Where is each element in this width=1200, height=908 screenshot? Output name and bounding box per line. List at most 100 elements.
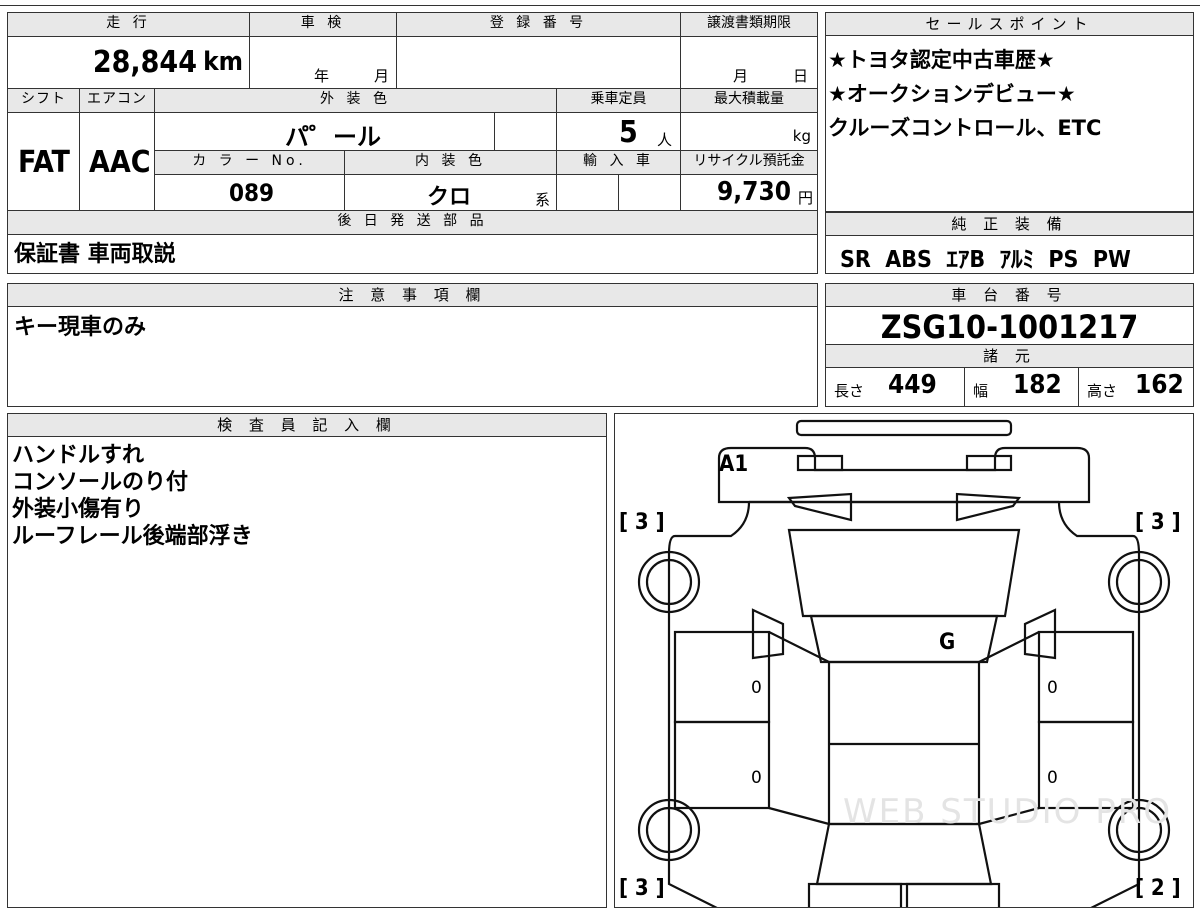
- registration-cell: [397, 37, 681, 89]
- import-cell-left: [557, 175, 619, 211]
- exterior-color-value: パ゜ール: [285, 123, 381, 151]
- door-rear-left: [673, 720, 771, 810]
- length-value: 449: [888, 370, 937, 400]
- car-diagram: A1 G [ 3 ] [ 3 ] [ 3 ] [ 2 ] 0 0 0 0 WEB…: [614, 413, 1194, 908]
- front-panel-shape: [717, 446, 1091, 504]
- rear-window: [815, 822, 993, 886]
- inspector-label: 検 査 員 記 入 欄: [8, 414, 606, 437]
- registration-label: 登 録 番 号: [397, 13, 681, 37]
- inspection-label: 車 検: [250, 13, 397, 37]
- color-no-value: 089: [229, 179, 275, 207]
- tire-front-left-grade: [ 3 ]: [619, 510, 665, 535]
- max-load-cell: kg: [681, 113, 817, 151]
- inspector-line-1: ハンドルすれ: [12, 443, 145, 468]
- shift-cell: FAT: [8, 113, 80, 211]
- inspection-year: 年: [314, 67, 330, 85]
- door-mark-front-left: 0: [751, 678, 762, 698]
- capacity-unit: 人: [657, 131, 673, 149]
- capacity-cell: 5 人: [557, 113, 681, 151]
- front-lamp-left: [786, 492, 853, 522]
- watermark-text: WEB STUDIO PRO: [843, 792, 1173, 832]
- door-front-right: [1037, 630, 1135, 724]
- door-mark-rear-left: 0: [751, 768, 762, 788]
- sales-point-line-2: ★オークションデビュー★: [828, 82, 1076, 106]
- height-cell: 高さ 162: [1079, 367, 1193, 406]
- equipment-box: 純 正 装 備 SR ABS ｴｱB ｱﾙﾐ PS PW: [825, 212, 1194, 274]
- recycle-label: リサイクル預託金: [681, 151, 817, 175]
- headlight-right: [965, 454, 1013, 472]
- recycle-value: 9,730: [717, 177, 791, 207]
- chassis-value: ZSG10-1001217: [880, 308, 1139, 346]
- recycle-unit: 円: [797, 189, 813, 207]
- dashboard-panel: [809, 614, 999, 664]
- max-load-unit: kg: [792, 127, 811, 145]
- exterior-color-cell: パ゜ール: [155, 113, 495, 151]
- tire-rear-left-grade: [ 3 ]: [619, 876, 665, 901]
- import-cell-right: [619, 175, 681, 211]
- capacity-value: 5: [619, 115, 638, 150]
- inspection-month: 月: [374, 67, 390, 85]
- inspector-line-3: 外装小傷有り: [12, 497, 145, 522]
- shift-value: FAT: [18, 145, 70, 180]
- top-strip: [0, 0, 1200, 6]
- inspector-line-4: ルーフレール後端部浮き: [12, 524, 253, 549]
- inspection-cell: 年 月: [250, 37, 397, 89]
- notes-label: 注 意 事 項 欄: [8, 284, 817, 307]
- damage-mark-a1: A1: [719, 452, 749, 477]
- interior-color-cell: クロ 系: [345, 175, 557, 211]
- recycle-cell: 9,730 円: [681, 175, 817, 211]
- width-value: 182: [1013, 370, 1062, 400]
- color-no-cell: 089: [155, 175, 345, 211]
- rear-lamp-right: [905, 882, 1001, 907]
- transfer-day: 日: [793, 67, 809, 85]
- sales-point-line-1: ★トヨタ認定中古車歴★: [828, 48, 1055, 72]
- tire-rear-right-grade: [ 2 ]: [1135, 876, 1181, 901]
- rear-lamp-left: [807, 882, 903, 907]
- equipment-value: SR ABS ｴｱB ｱﾙﾐ PS PW: [840, 247, 1131, 273]
- windshield: [787, 528, 1021, 618]
- length-label: 長さ: [834, 382, 865, 400]
- import-label: 輸 入 車: [557, 151, 681, 175]
- door-mark-rear-right: 0: [1047, 768, 1058, 788]
- ac-cell: AAC: [80, 113, 155, 211]
- notes-box: 注 意 事 項 欄 キー現車のみ: [7, 283, 818, 407]
- mileage-cell: 28,844 km: [8, 37, 250, 89]
- mileage-label: 走 行: [8, 13, 250, 37]
- length-cell: 長さ 449: [826, 367, 965, 406]
- tire-front-right-grade: [ 3 ]: [1135, 510, 1181, 535]
- height-value: 162: [1135, 370, 1184, 400]
- spec-table: 走 行 車 検 登 録 番 号 譲渡書類期限 28,844 km 年 月 月 日…: [7, 12, 818, 274]
- front-lamp-right: [955, 492, 1022, 522]
- notes-value: キー現車のみ: [14, 315, 147, 340]
- later-parts-label: 後 日 発 送 部 品: [8, 211, 817, 235]
- width-cell: 幅 182: [965, 367, 1079, 406]
- transfer-month: 月: [733, 67, 749, 85]
- sales-point-label: セールスポイント: [826, 13, 1193, 36]
- chassis-box: 車 台 番 号 ZSG10-1001217 諸 元 長さ 449 幅 182 高…: [825, 283, 1194, 407]
- mileage-value: 28,844: [92, 45, 197, 80]
- capacity-label: 乗車定員: [557, 89, 681, 113]
- headlight-left: [796, 454, 844, 472]
- door-front-left: [673, 630, 771, 724]
- front-bumper-shape: [795, 419, 1013, 437]
- sales-point-box: セールスポイント ★トヨタ認定中古車歴★ ★オークションデビュー★ クルーズコン…: [825, 12, 1194, 212]
- shift-label: シフト: [8, 89, 80, 113]
- inspector-box: 検 査 員 記 入 欄 ハンドルすれ コンソールのり付 外装小傷有り ルーフレー…: [7, 413, 607, 908]
- transfer-deadline-label: 譲渡書類期限: [681, 13, 817, 37]
- inspector-line-2: コンソールのり付: [12, 470, 189, 495]
- interior-color-label: 内 装 色: [345, 151, 557, 175]
- width-label: 幅: [973, 382, 989, 400]
- height-label: 高さ: [1087, 382, 1118, 400]
- later-parts-value: 保証書 車両取説: [14, 242, 176, 267]
- equipment-label: 純 正 装 備: [826, 213, 1193, 236]
- door-mark-front-right: 0: [1047, 678, 1058, 698]
- sales-point-line-3: クルーズコントロール、ETC: [828, 116, 1102, 140]
- mileage-unit: km: [203, 47, 243, 77]
- body-outline: [667, 501, 1141, 907]
- chassis-label: 車 台 番 号: [826, 284, 1193, 307]
- exterior-extra-cell: [495, 113, 557, 151]
- interior-color-suffix: 系: [534, 191, 550, 209]
- interior-color-value: クロ: [427, 185, 472, 210]
- color-no-label: カ ラ ー No.: [155, 151, 345, 175]
- ac-value: AAC: [89, 145, 151, 180]
